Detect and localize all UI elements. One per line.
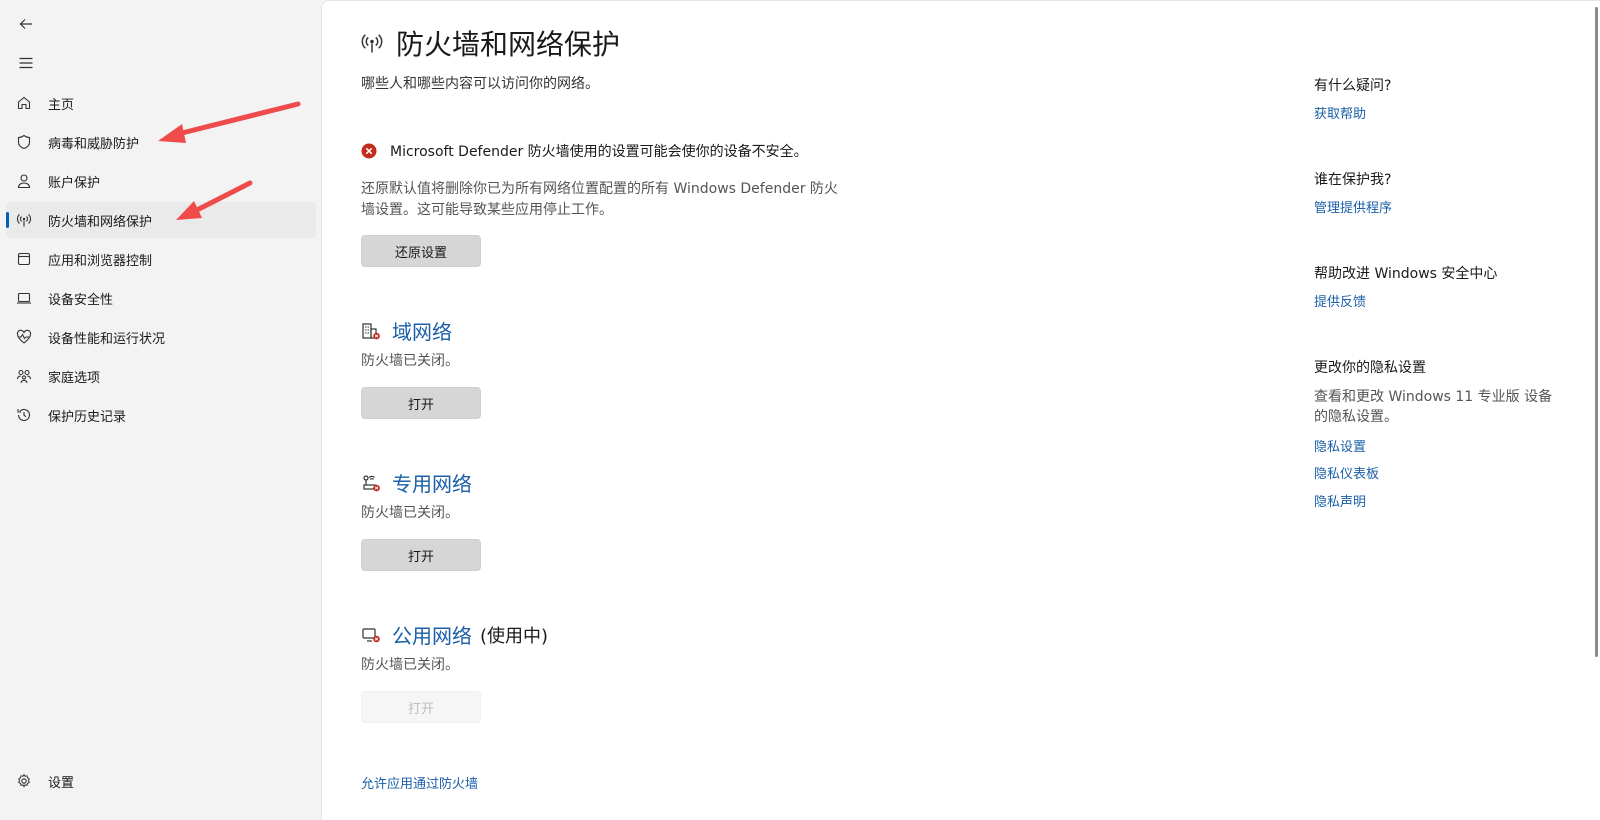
sidebar-item-label: 设备安全性 xyxy=(48,293,114,308)
app-window-icon xyxy=(16,251,32,267)
allow-app-through-firewall-link[interactable]: 允许应用通过防火墙 xyxy=(361,773,478,792)
public-network-in-use-label: (使用中) xyxy=(480,625,549,647)
sidebar-item-label: 家庭选项 xyxy=(48,371,101,386)
firewall-warning: Microsoft Defender 防火墙使用的设置可能会使你的设备不安全。 xyxy=(361,141,808,161)
sidebar-item-device-performance[interactable]: 设备性能和运行状况 xyxy=(6,319,316,355)
page-header: 防火墙和网络保护 xyxy=(360,23,620,63)
laptop-icon xyxy=(16,290,32,306)
hamburger-menu-icon xyxy=(19,57,33,69)
antenna-icon xyxy=(361,34,383,53)
family-icon xyxy=(16,368,32,384)
domain-network-icon xyxy=(362,322,380,339)
active-indicator xyxy=(6,212,9,228)
private-network-icon xyxy=(363,474,380,491)
sidebar-item-label: 设置 xyxy=(48,776,75,791)
private-network-turn-on-button[interactable]: 打开 xyxy=(361,539,481,571)
page-description: 哪些人和哪些内容可以访问你的网络。 xyxy=(361,76,599,92)
sidebar: 主页 病毒和威胁防护 账户保护 防火墙和网络保护 应用和浏览器控制 设备安全性 … xyxy=(0,0,320,820)
public-network-icon xyxy=(362,627,380,642)
sidebar-item-protection-history[interactable]: 保护历史记录 xyxy=(6,397,316,433)
sidebar-item-virus-protection[interactable]: 病毒和威胁防护 xyxy=(6,124,316,160)
improve-heading: 帮助改进 Windows 安全中心 xyxy=(1314,266,1498,282)
public-network-header: 公用网络 (使用中) xyxy=(361,620,548,649)
sidebar-item-device-security[interactable]: 设备安全性 xyxy=(6,280,316,316)
sidebar-item-firewall[interactable]: 防火墙和网络保护 xyxy=(6,202,316,238)
sidebar-item-label: 设备性能和运行状况 xyxy=(48,332,166,347)
restore-description: 还原默认值将删除你已为所有网络位置配置的所有 Windows Defender … xyxy=(361,181,838,218)
gear-icon xyxy=(16,773,32,789)
privacy-dashboard-link[interactable]: 隐私仪表板 xyxy=(1314,463,1379,482)
protector-heading: 谁在保护我? xyxy=(1314,172,1392,188)
questions-heading: 有什么疑问? xyxy=(1314,78,1392,94)
domain-network-header: 域网络 xyxy=(361,316,452,345)
sidebar-item-label: 保护历史记录 xyxy=(48,410,127,425)
page-title: 防火墙和网络保护 xyxy=(396,28,621,61)
public-network-link[interactable]: 公用网络 xyxy=(392,620,472,649)
privacy-heading: 更改你的隐私设置 xyxy=(1314,360,1426,376)
sidebar-item-account-protection[interactable]: 账户保护 xyxy=(6,163,316,199)
antenna-icon xyxy=(16,212,32,228)
privacy-settings-link[interactable]: 隐私设置 xyxy=(1314,436,1366,455)
error-icon xyxy=(361,143,377,159)
privacy-statement-link[interactable]: 隐私声明 xyxy=(1314,491,1366,510)
restore-settings-button[interactable]: 还原设置 xyxy=(361,235,481,267)
sidebar-item-label: 主页 xyxy=(48,98,75,113)
domain-network-link[interactable]: 域网络 xyxy=(392,316,452,345)
back-button[interactable] xyxy=(12,10,40,38)
sidebar-item-label: 病毒和威胁防护 xyxy=(48,137,140,152)
domain-network-status: 防火墙已关闭。 xyxy=(361,353,459,369)
back-arrow-icon xyxy=(19,19,32,29)
heartbeat-icon xyxy=(16,329,32,345)
sidebar-item-app-browser-control[interactable]: 应用和浏览器控制 xyxy=(6,241,316,277)
private-network-status: 防火墙已关闭。 xyxy=(361,505,459,521)
sidebar-item-label: 防火墙和网络保护 xyxy=(48,215,153,230)
scrollbar[interactable] xyxy=(1595,7,1598,657)
public-network-status: 防火墙已关闭。 xyxy=(361,657,459,673)
sidebar-item-label: 应用和浏览器控制 xyxy=(48,254,153,269)
main-content: 防火墙和网络保护 哪些人和哪些内容可以访问你的网络。 Microsoft Def… xyxy=(321,0,1600,820)
warning-text: Microsoft Defender 防火墙使用的设置可能会使你的设备不安全。 xyxy=(390,144,808,160)
person-icon xyxy=(16,173,32,189)
give-feedback-link[interactable]: 提供反馈 xyxy=(1314,291,1366,310)
private-network-link[interactable]: 专用网络 xyxy=(392,468,472,497)
history-icon xyxy=(16,407,32,423)
get-help-link[interactable]: 获取帮助 xyxy=(1314,103,1366,122)
home-icon xyxy=(16,95,32,111)
shield-icon xyxy=(16,134,32,150)
manage-providers-link[interactable]: 管理提供程序 xyxy=(1314,197,1392,216)
private-network-header: 专用网络 xyxy=(361,468,472,497)
privacy-description: 查看和更改 Windows 11 专业版 设备的隐私设置。 xyxy=(1314,389,1553,425)
menu-button[interactable] xyxy=(12,49,40,77)
sidebar-item-label: 账户保护 xyxy=(48,176,101,191)
sidebar-item-family-options[interactable]: 家庭选项 xyxy=(6,358,316,394)
sidebar-item-home[interactable]: 主页 xyxy=(6,85,316,121)
public-network-turn-on-button: 打开 xyxy=(361,691,481,723)
domain-network-turn-on-button[interactable]: 打开 xyxy=(361,387,481,419)
sidebar-item-settings[interactable]: 设置 xyxy=(6,763,316,799)
